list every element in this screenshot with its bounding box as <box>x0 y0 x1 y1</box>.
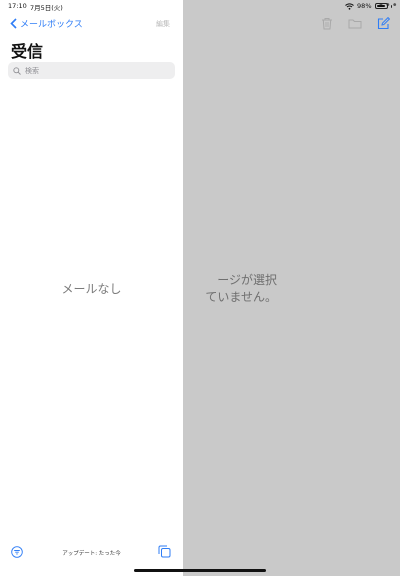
detail-toolbar <box>320 16 390 30</box>
mailboxes-back-button[interactable]: メールボックス <box>10 17 83 30</box>
status-time: 17:10 <box>8 2 27 10</box>
chevron-left-icon <box>10 18 17 29</box>
magnifier-icon <box>13 66 21 75</box>
mailbox-sidebar: 17:10 7月5日(火) メールボックス 編集 受信 メールなし アップデート… <box>0 0 183 576</box>
status-date: 7月5日(火) <box>30 4 63 12</box>
empty-mailbox-text: メールなし <box>61 282 122 296</box>
update-status: アップデート: たった今 <box>62 551 121 557</box>
status-indicators: 98% <box>345 2 392 10</box>
no-message-selected-text: ージが選択 ていません。 <box>183 272 277 306</box>
screen: ••• ージが選択 ていません。 17:10 7月5日(火) メールボックス 編… <box>0 0 400 576</box>
folder-icon[interactable] <box>348 16 362 30</box>
message-detail-pane: ••• ージが選択 ていません。 <box>183 0 400 576</box>
page-title: 受信 <box>11 42 44 61</box>
trash-icon[interactable] <box>320 16 334 30</box>
edit-button[interactable]: 編集 <box>156 19 170 29</box>
stacked-windows-icon[interactable] <box>158 545 171 558</box>
compose-icon[interactable] <box>376 16 390 30</box>
search-input[interactable] <box>25 66 165 75</box>
battery-icon <box>374 3 388 9</box>
battery-percent: 98% <box>357 2 372 10</box>
battery-fill <box>376 5 386 7</box>
no-message-line-2: ていません。 <box>205 290 277 304</box>
no-message-line-1: ージが選択 <box>217 273 277 287</box>
home-indicator[interactable] <box>134 569 266 572</box>
wifi-icon <box>345 2 354 10</box>
search-bar[interactable] <box>8 62 175 79</box>
back-button-label: メールボックス <box>20 20 83 30</box>
battery-cap <box>390 4 392 8</box>
